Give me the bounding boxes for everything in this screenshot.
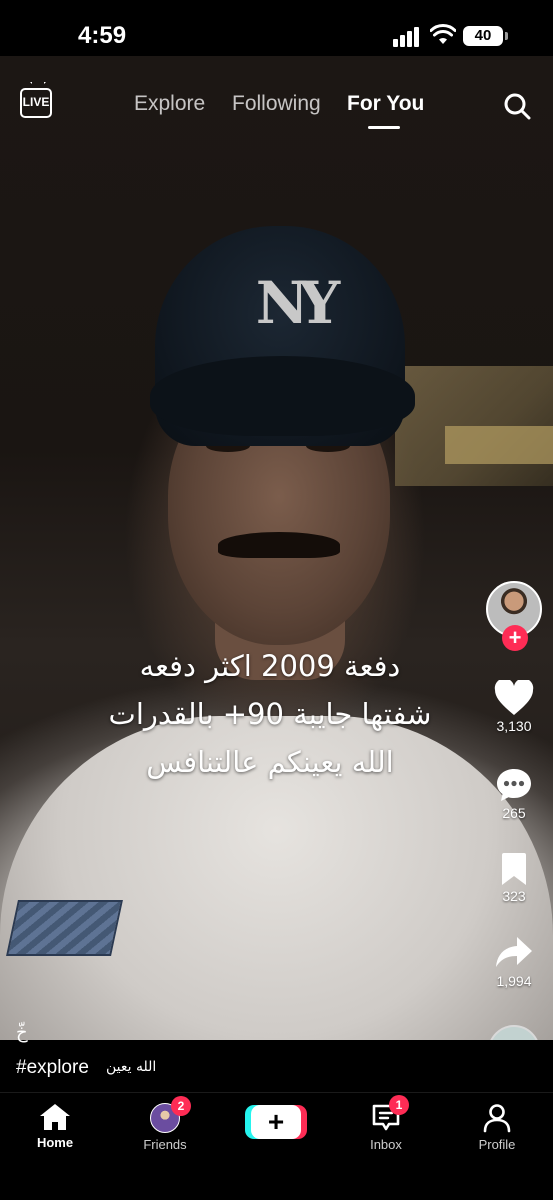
nav-home[interactable]: Home xyxy=(15,1103,95,1150)
friends-avatar: 2 xyxy=(150,1096,191,1133)
nav-profile-label: Profile xyxy=(478,1137,516,1152)
status-bar: 4:59 40 xyxy=(0,0,553,56)
save-count: 323 xyxy=(502,888,526,904)
plus-icon: + xyxy=(251,1105,301,1139)
wifi-icon xyxy=(430,24,456,44)
search-icon[interactable] xyxy=(503,92,531,120)
caption-line: دفعة 2009 اكثر دفعه xyxy=(139,649,401,683)
profile-icon xyxy=(483,1104,511,1133)
heart-icon xyxy=(494,680,534,715)
follow-plus-icon[interactable]: + xyxy=(502,625,528,651)
friends-badge: 2 xyxy=(171,1096,191,1116)
sound-title[interactable]: الله يعين xyxy=(106,1059,156,1075)
active-tab-indicator xyxy=(368,126,400,129)
hashtag-link[interactable]: #explore xyxy=(16,1057,89,1079)
bookmark-icon xyxy=(502,853,526,885)
shirt-patch xyxy=(6,900,123,956)
comment-count: 265 xyxy=(502,805,526,821)
nav-inbox[interactable]: 1 Inbox xyxy=(346,1095,426,1152)
caption-mark: خّ xyxy=(16,1022,28,1043)
tab-for-you[interactable]: For You xyxy=(347,92,424,116)
battery-indicator: 40 xyxy=(463,26,508,46)
tab-explore[interactable]: Explore xyxy=(134,92,205,116)
nav-friends[interactable]: 2 Friends xyxy=(125,1096,205,1152)
cellular-signal-icon xyxy=(393,25,423,47)
video-caption: دفعة 2009 اكثر دفعه شفتها جايبة 90+ بالق… xyxy=(60,642,480,786)
share-arrow-icon xyxy=(496,937,532,967)
comment-icon xyxy=(497,769,531,801)
nav-inbox-label: Inbox xyxy=(370,1137,402,1152)
save-button[interactable]: 323 xyxy=(486,852,542,904)
nav-home-label: Home xyxy=(36,1135,74,1150)
like-button[interactable]: 3,130 xyxy=(486,680,542,734)
status-time: 4:59 xyxy=(78,22,127,49)
cap-logo-icon: NY xyxy=(255,269,340,337)
mustache xyxy=(218,532,340,558)
top-nav: LIVE Explore Following For You xyxy=(0,78,553,138)
comment-button[interactable]: 265 xyxy=(486,767,542,821)
nav-friends-label: Friends xyxy=(143,1137,187,1152)
inbox-badge: 1 xyxy=(389,1095,409,1115)
tab-following[interactable]: Following xyxy=(232,92,321,116)
cap-brim xyxy=(150,356,415,436)
creator-avatar-group[interactable]: + xyxy=(486,581,542,651)
share-button[interactable]: 1,994 xyxy=(486,935,542,989)
nav-profile[interactable]: Profile xyxy=(457,1103,537,1152)
caption-line: شفتها جايبة 90+ بالقدرات xyxy=(108,697,432,731)
video-player[interactable]: NY xyxy=(0,56,553,1040)
caption-line: الله يعينكم عالتنافس xyxy=(146,745,394,779)
like-count: 3,130 xyxy=(496,718,532,734)
bottom-nav: Home 2 Friends + 1 Inbox Profile xyxy=(0,1092,553,1200)
share-count: 1,994 xyxy=(496,973,532,989)
home-icon xyxy=(40,1104,70,1130)
background-light xyxy=(445,426,553,464)
create-button[interactable]: + xyxy=(245,1105,307,1139)
live-icon[interactable]: LIVE xyxy=(20,88,52,118)
